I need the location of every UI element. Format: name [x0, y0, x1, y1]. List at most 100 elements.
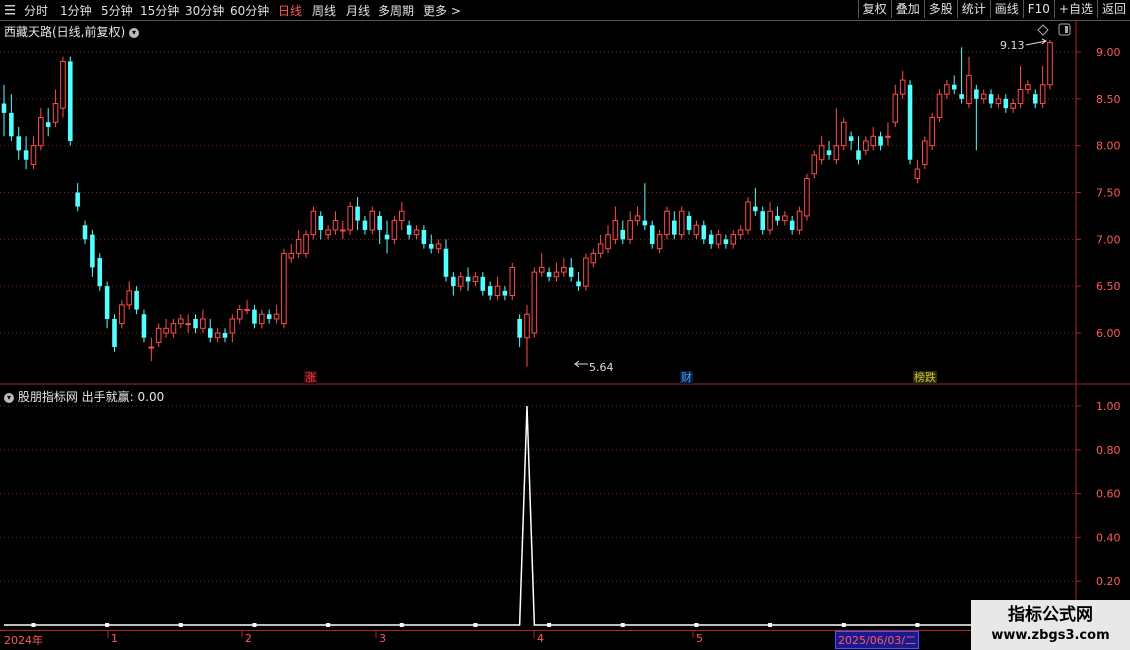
candle[interactable] [185, 314, 191, 333]
candle[interactable] [443, 239, 449, 282]
candle[interactable] [266, 309, 272, 324]
candle[interactable] [472, 272, 479, 287]
candle[interactable] [649, 220, 655, 249]
candle[interactable] [259, 309, 265, 329]
candle[interactable] [391, 215, 398, 245]
candle[interactable] [480, 272, 486, 296]
candle[interactable] [775, 206, 780, 226]
candle[interactable] [612, 206, 619, 245]
period-tab-5min[interactable]: 5分钟 [101, 2, 133, 19]
candle[interactable] [730, 229, 737, 249]
candle[interactable] [966, 56, 972, 109]
candle[interactable] [899, 70, 906, 99]
candle[interactable] [531, 267, 538, 338]
candle[interactable] [384, 220, 390, 254]
candle[interactable] [347, 201, 353, 235]
candle[interactable] [914, 159, 921, 184]
candle[interactable] [988, 89, 994, 109]
candle[interactable] [678, 206, 685, 240]
candle[interactable] [310, 206, 317, 240]
candle[interactable] [767, 201, 773, 235]
stats-button[interactable]: 统计 [956, 0, 990, 18]
candle[interactable] [273, 304, 280, 324]
candle[interactable] [325, 225, 331, 240]
candle[interactable] [1025, 80, 1031, 95]
candle[interactable] [921, 136, 928, 170]
candle[interactable] [715, 229, 722, 249]
chart-canvas[interactable]: 9.00 8.50 8.00 7.50 7.00 6.50 6.00 1.00 0.80 0.6… [0, 20, 1130, 630]
event-tag-bangdie[interactable]: 榜跌 [913, 371, 937, 384]
candle[interactable] [141, 309, 147, 343]
candle[interactable] [848, 131, 854, 151]
back-button[interactable]: 返回 [1096, 0, 1130, 18]
candle[interactable] [155, 323, 162, 348]
candle[interactable] [656, 229, 663, 254]
candle[interactable] [1, 84, 7, 137]
candle[interactable] [16, 126, 22, 160]
candle[interactable] [377, 211, 382, 245]
candle[interactable] [200, 309, 206, 333]
candle[interactable] [457, 272, 464, 291]
candle[interactable] [318, 211, 324, 240]
candle[interactable] [634, 206, 641, 226]
period-tab-weekly[interactable]: 周线 [312, 2, 336, 19]
candle[interactable] [672, 211, 677, 240]
candle[interactable] [1010, 98, 1016, 113]
candle[interactable] [90, 229, 95, 277]
candle[interactable] [45, 108, 51, 137]
period-tab-fenshi[interactable]: 分时 [24, 2, 48, 19]
candle[interactable] [840, 117, 847, 151]
candle[interactable] [576, 272, 581, 291]
candle[interactable] [126, 281, 133, 310]
candle[interactable] [863, 136, 869, 156]
candle[interactable] [252, 304, 257, 329]
candle[interactable] [590, 248, 597, 268]
candle[interactable] [398, 201, 405, 230]
candle[interactable] [723, 234, 729, 249]
indicator-dropdown-icon[interactable]: ▾ [4, 392, 14, 403]
overlay-button[interactable]: 叠加 [890, 0, 924, 18]
candle[interactable] [892, 84, 899, 127]
candle[interactable] [627, 211, 633, 245]
candle[interactable] [708, 229, 714, 249]
candle[interactable] [229, 314, 236, 343]
period-tab-30min[interactable]: 30分钟 [185, 2, 224, 19]
menu-icon[interactable] [0, 0, 20, 19]
event-tag-cai[interactable]: 财 [680, 371, 693, 384]
candle[interactable] [502, 286, 508, 301]
candle[interactable] [112, 314, 117, 352]
candle[interactable] [760, 206, 766, 235]
candle[interactable] [222, 328, 228, 343]
candle[interactable] [561, 258, 567, 277]
candle[interactable] [178, 314, 184, 329]
candle[interactable] [288, 244, 295, 263]
candle[interactable] [435, 239, 442, 254]
candle[interactable] [782, 211, 788, 226]
candle[interactable] [214, 328, 221, 343]
period-tab-daily[interactable]: 日线 [278, 2, 302, 19]
candle[interactable] [509, 262, 516, 301]
candle[interactable] [68, 56, 73, 146]
candle[interactable] [944, 80, 950, 99]
candle[interactable] [929, 112, 935, 151]
candle[interactable] [38, 108, 44, 151]
period-tab-60min[interactable]: 60分钟 [230, 2, 269, 19]
candle[interactable] [82, 220, 88, 245]
candle[interactable] [1017, 66, 1024, 109]
candle[interactable] [97, 253, 103, 291]
candle[interactable] [163, 318, 169, 338]
candle[interactable] [568, 258, 574, 282]
candle[interactable] [134, 286, 139, 315]
period-tab-1min[interactable]: 1分钟 [60, 2, 92, 19]
candle[interactable] [517, 314, 522, 348]
candle[interactable] [605, 225, 611, 254]
candle[interactable] [1032, 89, 1038, 109]
multi-stock-button[interactable]: 多股 [923, 0, 957, 18]
candle[interactable] [597, 234, 604, 259]
candle[interactable] [664, 206, 670, 240]
candle[interactable] [23, 136, 29, 170]
candle[interactable] [148, 337, 155, 362]
candle[interactable] [701, 220, 707, 245]
candle[interactable] [355, 197, 360, 230]
period-tab-15min[interactable]: 15分钟 [140, 2, 179, 19]
